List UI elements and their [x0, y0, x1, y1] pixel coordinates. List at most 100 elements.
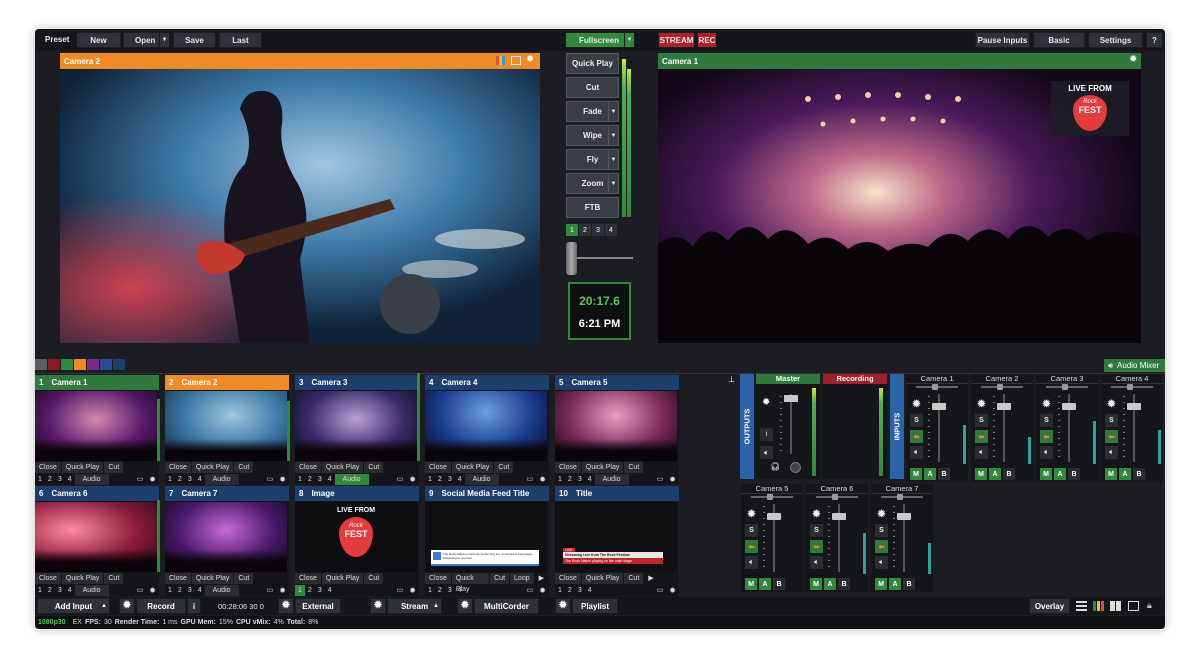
- close-button[interactable]: Close: [555, 462, 582, 473]
- swatch-grey[interactable]: [35, 359, 47, 370]
- page-2-button[interactable]: 2: [175, 474, 185, 485]
- stream-settings-button[interactable]: ✹: [370, 598, 386, 614]
- input-thumbnail[interactable]: [295, 391, 417, 461]
- b-bus-button[interactable]: B: [773, 578, 785, 590]
- b-bus-button[interactable]: B: [938, 468, 950, 480]
- fader-knob[interactable]: [932, 403, 946, 410]
- fade-button[interactable]: Fade ▼: [566, 101, 619, 122]
- bus-arrow-icon[interactable]: ⬅: [910, 430, 923, 443]
- swatch-orange[interactable]: [74, 359, 86, 370]
- input-thumbnail[interactable]: LIVE Streaming Live from The Rock Festiva…: [555, 502, 677, 572]
- play-icon[interactable]: ▶: [644, 573, 659, 584]
- cut-button[interactable]: Cut: [494, 462, 515, 473]
- mixer-pin-icon[interactable]: ⊥: [728, 375, 735, 384]
- quick-play-button[interactable]: Quick Play: [451, 573, 491, 593]
- b-bus-button[interactable]: B: [1068, 468, 1080, 480]
- balance-knob[interactable]: [767, 494, 773, 500]
- input-header[interactable]: 3 Camera 3: [295, 375, 419, 390]
- output-settings-icon[interactable]: ✹: [1129, 55, 1137, 65]
- page-2-button[interactable]: 2: [305, 585, 315, 596]
- input-header[interactable]: 10 Title: [555, 486, 679, 501]
- strip-settings-icon[interactable]: ✹: [975, 398, 988, 411]
- balance-knob[interactable]: [932, 384, 938, 390]
- fade-dropdown-icon[interactable]: ▼: [608, 102, 618, 121]
- stream-button[interactable]: Stream ▲: [387, 598, 442, 614]
- input-header[interactable]: 5 Camera 5: [555, 375, 679, 390]
- settings-icon[interactable]: ✹: [666, 585, 679, 596]
- screen-icon[interactable]: ▭: [524, 474, 537, 485]
- fader-knob[interactable]: [897, 513, 911, 520]
- save-button[interactable]: Save: [173, 32, 216, 48]
- m-bus-button[interactable]: M: [810, 578, 822, 590]
- fader-knob[interactable]: [1127, 403, 1141, 410]
- a-bus-button[interactable]: A: [1119, 468, 1131, 480]
- quick-play-button[interactable]: Quick Play: [321, 573, 365, 584]
- page-4-button[interactable]: 4: [325, 474, 335, 485]
- page-4-button[interactable]: 4: [585, 585, 595, 596]
- master-info-button[interactable]: i: [760, 428, 773, 441]
- b-bus-button[interactable]: B: [1133, 468, 1145, 480]
- bus-arrow-icon[interactable]: ⬅: [1040, 430, 1053, 443]
- page-4-button[interactable]: 4: [455, 474, 465, 485]
- cut-button[interactable]: Cut: [566, 77, 619, 98]
- m-bus-button[interactable]: M: [875, 578, 887, 590]
- page-3-button[interactable]: 3: [55, 474, 65, 485]
- a-bus-button[interactable]: A: [989, 468, 1001, 480]
- fullscreen-dropdown-icon[interactable]: ▼: [624, 33, 634, 47]
- input-tile-1[interactable]: 1 Camera 1 Close Quick Play Cut 1 2 3 4 Audio ▭ ✹: [35, 375, 160, 485]
- audio-button[interactable]: Audio: [594, 474, 629, 485]
- input-header[interactable]: 8 Image: [295, 486, 419, 501]
- list-view-icon[interactable]: [1076, 601, 1087, 611]
- swatch-navy[interactable]: [113, 359, 125, 370]
- audio-button[interactable]: Audio: [74, 585, 109, 596]
- fader-knob[interactable]: [1062, 403, 1076, 410]
- a-bus-button[interactable]: A: [924, 468, 936, 480]
- ftb-button[interactable]: FTB: [566, 197, 619, 218]
- rec-toggle[interactable]: REC: [697, 32, 717, 48]
- page-3-button[interactable]: 3: [575, 585, 585, 596]
- lock-icon[interactable]: 🔒︎: [1147, 600, 1152, 611]
- page-2-button[interactable]: 2: [175, 585, 185, 596]
- settings-button[interactable]: Settings: [1088, 32, 1143, 48]
- balance-knob[interactable]: [997, 384, 1003, 390]
- open-button[interactable]: Open ▼: [123, 32, 170, 48]
- input-header[interactable]: 7 Camera 7: [165, 486, 289, 501]
- quick-play-button[interactable]: Quick Play: [451, 462, 495, 473]
- cut-button[interactable]: Cut: [624, 573, 645, 584]
- multicorder-button[interactable]: MultiCorder: [474, 598, 539, 614]
- b-bus-button[interactable]: B: [1003, 468, 1015, 480]
- help-button[interactable]: ?: [1146, 32, 1163, 48]
- page-2-button[interactable]: 2: [565, 474, 575, 485]
- fader-knob[interactable]: [832, 513, 846, 520]
- input-tile-8[interactable]: 8 Image LIVE FROM Rock FEST Close Quick Play Cu…: [295, 486, 419, 596]
- solo-button[interactable]: S: [810, 524, 823, 537]
- input-tile-4[interactable]: 4 Camera 4 Close Quick Play Cut 1 2 3 4 Audio ▭ ✹: [425, 375, 549, 485]
- swatch-red[interactable]: [48, 359, 60, 370]
- fader-knob[interactable]: [767, 513, 781, 520]
- strip-settings-icon[interactable]: ✹: [1040, 398, 1053, 411]
- m-bus-button[interactable]: M: [745, 578, 757, 590]
- balance-knob[interactable]: [1062, 384, 1068, 390]
- page-2-button[interactable]: 2: [565, 585, 575, 596]
- pause-inputs-button[interactable]: Pause Inputs: [975, 32, 1030, 48]
- input-thumbnail[interactable]: [35, 391, 157, 461]
- page-3-button[interactable]: 3: [55, 585, 65, 596]
- transition-page-1[interactable]: 1: [566, 224, 578, 236]
- bus-arrow-icon[interactable]: ⬅: [810, 540, 823, 553]
- b-bus-button[interactable]: B: [838, 578, 850, 590]
- settings-icon[interactable]: ✹: [406, 585, 419, 596]
- settings-icon[interactable]: ✹: [666, 474, 679, 485]
- master-volume-knob[interactable]: [790, 462, 801, 473]
- strip-settings-icon[interactable]: ✹: [810, 508, 823, 521]
- screen-icon[interactable]: ▭: [394, 474, 407, 485]
- input-header[interactable]: 1 Camera 1: [35, 375, 159, 390]
- solo-button[interactable]: S: [910, 414, 923, 427]
- fly-button[interactable]: Fly ▼: [566, 149, 619, 170]
- page-1-button[interactable]: 1: [295, 474, 305, 485]
- page-2-button[interactable]: 2: [45, 474, 55, 485]
- audio-mixer-tab[interactable]: 🔊︎ Audio Mixer: [1104, 359, 1165, 372]
- bus-arrow-icon[interactable]: ⬅: [745, 540, 758, 553]
- page-4-button[interactable]: 4: [65, 474, 75, 485]
- balance-knob[interactable]: [1127, 384, 1133, 390]
- a-bus-button[interactable]: A: [1054, 468, 1066, 480]
